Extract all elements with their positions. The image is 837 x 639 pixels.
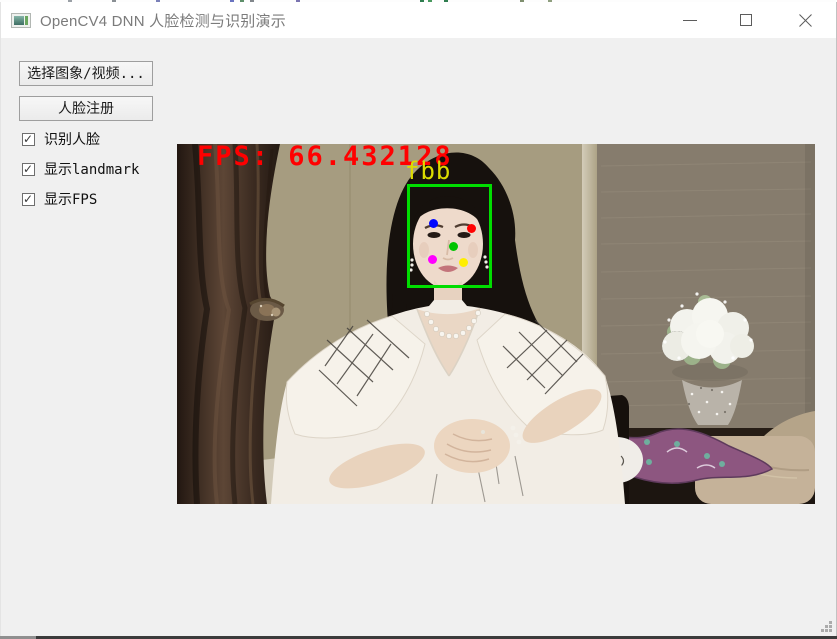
app-icon-image bbox=[14, 16, 24, 25]
landmark-nose bbox=[449, 242, 458, 251]
face-register-button[interactable]: 人脸注册 bbox=[19, 96, 153, 121]
checkbox-box[interactable]: ✓ bbox=[22, 163, 35, 176]
app-icon-bar bbox=[25, 16, 28, 25]
checkbox-box[interactable]: ✓ bbox=[22, 193, 35, 206]
video-display: FPS: 66.432128 fbb bbox=[177, 144, 815, 504]
app-icon bbox=[11, 13, 31, 28]
check-icon: ✓ bbox=[23, 132, 33, 146]
app-window: OpenCV4 DNN 人脸检测与识别演示 选择图象/视频... 人脸注册 ✓ … bbox=[0, 0, 837, 639]
checkbox-label: 显示FPS bbox=[44, 189, 97, 209]
face-name-label: fbb bbox=[405, 157, 451, 185]
check-icon: ✓ bbox=[23, 162, 33, 176]
control-panel: 选择图象/视频... 人脸注册 ✓ 识别人脸 ✓ 显示landmark ✓ 显示… bbox=[0, 38, 177, 598]
select-image-video-button[interactable]: 选择图象/视频... bbox=[19, 61, 153, 86]
checkbox-recognize-face[interactable]: ✓ 识别人脸 bbox=[22, 131, 100, 147]
video-frame-image bbox=[177, 144, 815, 504]
window-title: OpenCV4 DNN 人脸检测与识别演示 bbox=[40, 10, 286, 31]
check-icon: ✓ bbox=[23, 192, 33, 206]
landmark-right-eye bbox=[467, 224, 476, 233]
landmark-mouth-left bbox=[428, 255, 437, 264]
close-button[interactable] bbox=[782, 2, 828, 38]
checkbox-label: 识别人脸 bbox=[44, 129, 100, 149]
resize-grip[interactable] bbox=[821, 621, 833, 633]
checkbox-show-fps[interactable]: ✓ 显示FPS bbox=[22, 191, 97, 207]
landmark-left-eye bbox=[429, 219, 438, 228]
minimize-button[interactable] bbox=[667, 2, 713, 38]
minimize-icon bbox=[683, 20, 697, 21]
window-left-border bbox=[0, 2, 1, 636]
close-icon bbox=[798, 13, 813, 28]
landmark-mouth-right bbox=[459, 258, 468, 267]
title-bar: OpenCV4 DNN 人脸检测与识别演示 bbox=[0, 2, 837, 38]
maximize-button[interactable] bbox=[723, 2, 769, 38]
maximize-icon bbox=[740, 14, 752, 26]
face-detection-box bbox=[407, 184, 492, 288]
checkbox-label: 显示landmark bbox=[44, 159, 139, 179]
checkbox-box[interactable]: ✓ bbox=[22, 133, 35, 146]
checkbox-show-landmark[interactable]: ✓ 显示landmark bbox=[22, 161, 139, 177]
